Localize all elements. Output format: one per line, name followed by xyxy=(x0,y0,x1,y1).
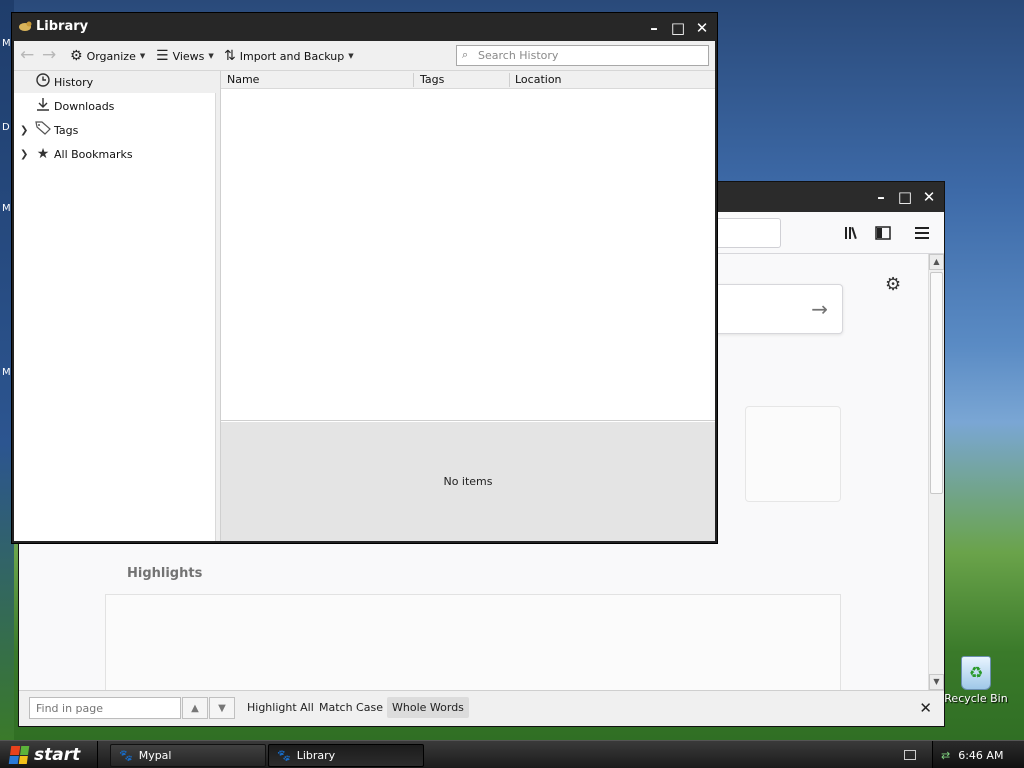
search-placeholder: Search History xyxy=(478,49,559,62)
app-icon: 🐾 xyxy=(119,749,133,762)
desktop-icon-label[interactable]: M xyxy=(2,203,11,214)
network-icon[interactable]: ⇄ xyxy=(941,749,950,762)
forward-arrow-icon[interactable]: → xyxy=(42,45,56,65)
newtab-search-box[interactable]: → xyxy=(709,284,843,334)
minimize-button[interactable]: – xyxy=(870,186,892,208)
scroll-down-button[interactable]: ▼ xyxy=(929,674,944,690)
taskbar: start 🐾 Mypal 🐾 Library ⇄ 6:46 AM xyxy=(0,740,1024,768)
find-input[interactable] xyxy=(29,697,181,719)
highlights-section xyxy=(105,594,841,694)
library-icon[interactable] xyxy=(841,222,863,244)
taskbar-item-mypal[interactable]: 🐾 Mypal xyxy=(110,744,266,767)
match-case-toggle[interactable]: Match Case xyxy=(319,701,383,714)
library-titlebar[interactable]: Library – □ ✕ xyxy=(12,13,717,41)
start-button[interactable]: start xyxy=(0,741,98,768)
tag-icon xyxy=(34,121,52,139)
views-label: Views xyxy=(172,49,205,63)
search-icon: ⌕ xyxy=(462,48,469,61)
task-label: Mypal xyxy=(138,749,172,762)
highlight-all-toggle[interactable]: Highlight All xyxy=(247,701,314,714)
chevron-right-icon[interactable]: ❯ xyxy=(20,149,28,160)
sidebar-item-downloads[interactable]: Downloads xyxy=(14,95,216,117)
gear-icon: ⚙ xyxy=(70,48,83,64)
library-body: History Downloads ❯ Tags ❯ ★ All Bookmar… xyxy=(14,71,715,541)
find-next-button[interactable]: ▼ xyxy=(209,697,235,719)
import-export-icon: ⇅ xyxy=(224,48,236,64)
window-title: Library xyxy=(36,19,89,34)
windows-logo-icon xyxy=(8,746,30,764)
import-backup-menu-button[interactable]: ⇅ Import and Backup ▼ xyxy=(224,48,354,64)
maximize-button[interactable]: □ xyxy=(667,17,689,39)
whole-words-toggle[interactable]: Whole Words xyxy=(387,697,469,718)
library-window-controls: – □ ✕ xyxy=(643,17,713,39)
menu-icon[interactable] xyxy=(911,222,933,244)
app-icon: 🐾 xyxy=(277,749,291,762)
sidebar-item-label: Tags xyxy=(54,123,79,137)
details-pane: No items xyxy=(221,422,715,541)
sidebar-item-label: Downloads xyxy=(54,99,115,113)
desktop-icon-label[interactable]: M xyxy=(2,38,11,49)
star-icon: ★ xyxy=(36,146,50,162)
top-site-tile[interactable] xyxy=(745,406,841,502)
highlights-heading: Highlights xyxy=(127,566,203,581)
sidebar-item-all-bookmarks[interactable]: ❯ ★ All Bookmarks xyxy=(14,143,216,165)
back-arrow-icon[interactable]: ← xyxy=(20,45,34,65)
find-bar: ▲ ▼ Highlight All Match Case Whole Words… xyxy=(19,690,944,726)
sidebar-item-history[interactable]: History xyxy=(14,71,216,93)
task-label: Library xyxy=(296,749,336,762)
recycle-bin[interactable]: ♻ Recycle Bin xyxy=(944,656,1008,705)
close-button[interactable]: ✕ xyxy=(691,17,713,39)
history-list[interactable] xyxy=(221,89,715,421)
app-icon xyxy=(17,19,33,35)
column-name[interactable]: Name xyxy=(227,73,259,86)
recycle-bin-icon[interactable]: ♻ xyxy=(961,656,991,690)
scroll-thumb[interactable] xyxy=(930,272,943,494)
column-separator[interactable] xyxy=(413,73,414,87)
dropdown-arrow-icon: ▼ xyxy=(139,52,146,60)
search-history-input[interactable]: ⌕ Search History xyxy=(456,45,709,66)
views-menu-button[interactable]: ☰ Views ▼ xyxy=(156,48,214,64)
arrow-right-icon[interactable]: → xyxy=(811,297,828,321)
sidebar-icon[interactable] xyxy=(872,222,894,244)
library-window: Library – □ ✕ ← → ⚙ Organize ▼ ☰ Views ▼… xyxy=(11,12,718,544)
scroll-up-button[interactable]: ▲ xyxy=(929,254,944,270)
clock-icon xyxy=(34,73,52,91)
organize-label: Organize xyxy=(86,49,136,63)
column-location[interactable]: Location xyxy=(515,73,562,86)
column-header: Name Tags Location xyxy=(221,71,715,89)
sidebar-item-tags[interactable]: ❯ Tags xyxy=(14,119,216,141)
no-items-text: No items xyxy=(443,475,493,488)
library-sidebar: History Downloads ❯ Tags ❯ ★ All Bookmar… xyxy=(14,71,216,541)
import-backup-label: Import and Backup xyxy=(239,49,345,63)
sidebar-item-label: All Bookmarks xyxy=(54,147,133,161)
organize-menu-button[interactable]: ⚙ Organize ▼ xyxy=(70,48,145,64)
sidebar-item-label: History xyxy=(54,75,94,89)
dropdown-arrow-icon: ▼ xyxy=(348,52,354,60)
clock[interactable]: 6:46 AM xyxy=(958,749,1003,762)
list-icon: ☰ xyxy=(156,48,169,64)
column-tags[interactable]: Tags xyxy=(420,73,444,86)
column-separator[interactable] xyxy=(509,73,510,87)
system-tray: ⇄ 6:46 AM xyxy=(932,741,1024,768)
browser-window-controls: – □ ✕ xyxy=(870,186,940,208)
desktop-icon-label[interactable]: M xyxy=(2,367,11,378)
desktop-icon-label[interactable]: D xyxy=(2,122,10,133)
url-bar[interactable] xyxy=(709,218,781,248)
dropdown-arrow-icon: ▼ xyxy=(208,52,214,60)
minimize-button[interactable]: – xyxy=(643,17,665,39)
chevron-right-icon[interactable]: ❯ xyxy=(20,125,28,136)
start-label: start xyxy=(34,745,81,765)
scrollbar[interactable]: ▲ ▼ xyxy=(928,254,944,690)
download-icon xyxy=(34,97,52,115)
keyboard-icon[interactable] xyxy=(904,750,916,760)
gear-icon[interactable]: ⚙ xyxy=(885,274,901,295)
find-previous-button[interactable]: ▲ xyxy=(182,697,208,719)
library-toolbar: ← → ⚙ Organize ▼ ☰ Views ▼ ⇅ Import and … xyxy=(14,41,715,71)
taskbar-item-library[interactable]: 🐾 Library xyxy=(268,744,424,767)
library-main: Name Tags Location No items xyxy=(221,71,715,541)
maximize-button[interactable]: □ xyxy=(894,186,916,208)
close-icon[interactable]: ✕ xyxy=(919,699,932,717)
close-button[interactable]: ✕ xyxy=(918,186,940,208)
recycle-bin-label: Recycle Bin xyxy=(944,692,1008,705)
